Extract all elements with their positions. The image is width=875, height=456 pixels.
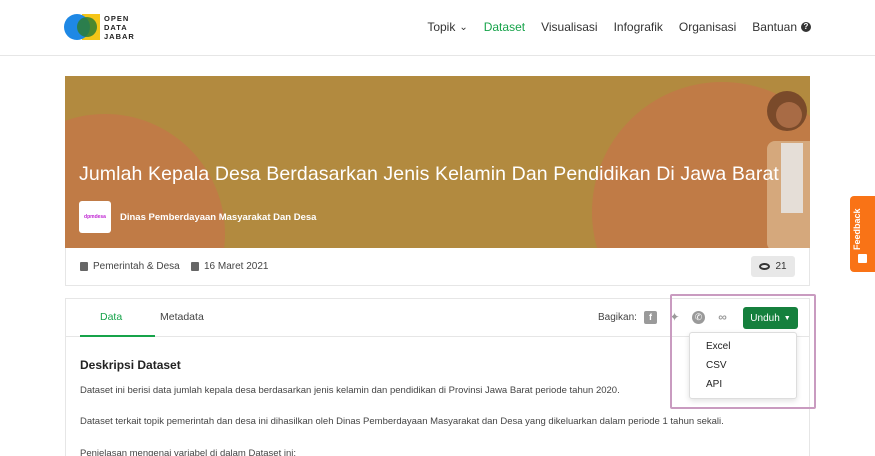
active-tab-indicator	[80, 335, 155, 337]
tab-data[interactable]: Data	[100, 311, 122, 323]
dataset-meta-row: Pemerintah & Desa 16 Maret 2021 21	[65, 248, 810, 286]
nav-infografik[interactable]: Infografik	[614, 20, 663, 34]
dataset-banner: Jumlah Kepala Desa Berdasarkan Jenis Kel…	[65, 76, 810, 248]
main-nav: Topik ⌄ Dataset Visualisasi Infografik O…	[427, 20, 811, 34]
calendar-icon	[191, 262, 199, 271]
download-dropdown-menu: Excel CSV API	[689, 332, 797, 399]
view-count-badge: 21	[751, 256, 795, 277]
logo-text: OPEN DATA JABAR	[104, 14, 135, 41]
description-paragraph-3: Penjelasan mengenai variabel di dalam Da…	[80, 448, 296, 456]
dataset-title: Jumlah Kepala Desa Berdasarkan Jenis Kel…	[79, 163, 779, 185]
chevron-down-icon: ⌄	[459, 21, 468, 33]
book-icon	[80, 262, 88, 271]
eye-icon	[759, 263, 771, 270]
nav-bantuan[interactable]: Bantuan ?	[752, 20, 811, 34]
nav-dataset[interactable]: Dataset	[484, 20, 525, 34]
share-label: Bagikan:	[598, 312, 637, 323]
nav-visualisasi[interactable]: Visualisasi	[541, 20, 597, 34]
feedback-label: Feedback	[852, 208, 862, 250]
category-label[interactable]: Pemerintah & Desa	[80, 261, 180, 272]
download-option-csv[interactable]: CSV	[706, 360, 727, 371]
nav-organisasi[interactable]: Organisasi	[679, 20, 736, 34]
date-label: 16 Maret 2021	[191, 261, 269, 272]
download-option-excel[interactable]: Excel	[706, 341, 730, 352]
tab-metadata[interactable]: Metadata	[160, 311, 204, 323]
organization-name[interactable]: Dinas Pemberdayaan Masyarakat Dan Desa	[120, 212, 316, 223]
description-paragraph-2: Dataset terkait topik pemerintah dan des…	[80, 416, 724, 427]
feedback-icon	[858, 254, 867, 263]
description-title: Deskripsi Dataset	[80, 358, 181, 372]
question-icon: ?	[801, 22, 811, 32]
nav-topik[interactable]: Topik ⌄	[427, 20, 467, 34]
feedback-tab[interactable]: Feedback	[850, 196, 875, 272]
top-header: OPEN DATA JABAR Topik ⌄ Dataset Visualis…	[0, 0, 875, 56]
download-option-api[interactable]: API	[706, 379, 722, 390]
logo-mark-icon	[64, 14, 100, 40]
facebook-icon[interactable]: f	[644, 311, 657, 324]
description-paragraph-1: Dataset ini berisi data jumlah kepala de…	[80, 385, 620, 396]
organization-logo[interactable]: dpmdesa	[79, 201, 111, 233]
open-data-jabar-logo[interactable]: OPEN DATA JABAR	[64, 12, 144, 44]
